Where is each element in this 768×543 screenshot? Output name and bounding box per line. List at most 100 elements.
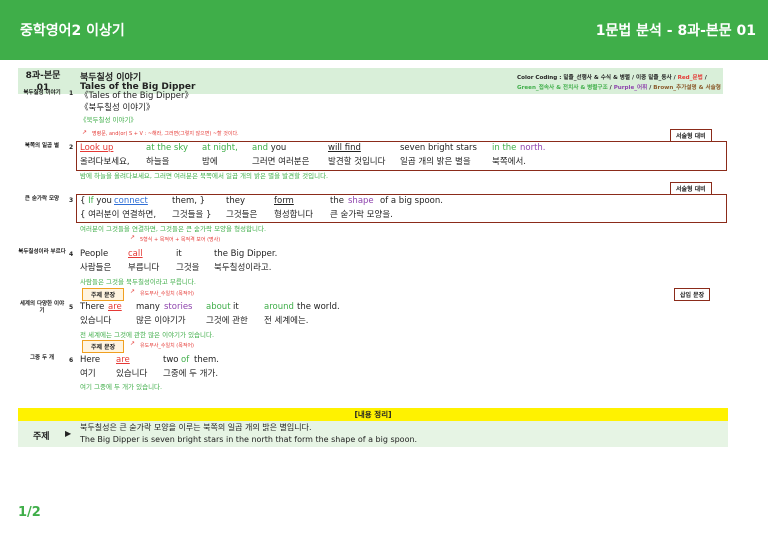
row-translation: 밤에 하늘을 올려다보세요, 그러면 여러분은 북쪽에서 일곱 개의 밝은 별을… xyxy=(80,172,329,180)
note-arrow-icon: ↗ xyxy=(130,234,136,241)
word: connect xyxy=(114,196,148,206)
legend-purple: Purple_어휘 xyxy=(613,85,648,91)
legend-sep1: / xyxy=(702,75,707,81)
word: 북쪽에서. xyxy=(492,157,526,167)
summary-heading: [내용 정리] xyxy=(18,408,728,421)
word: in the xyxy=(492,143,517,153)
word: it xyxy=(176,249,182,259)
note-arrow-icon: ↗ xyxy=(130,288,136,295)
word: 올려다보세요, xyxy=(80,157,130,167)
row-korean: 사람들은 부릅니다 그것을 북두칠성이라고. xyxy=(80,261,720,273)
word: will find xyxy=(328,143,361,153)
legend-green: Green_접속사 & 전치사 & 병렬구조 xyxy=(517,85,608,91)
word: 그것에 관한 xyxy=(206,316,248,326)
page-number: 1/2 xyxy=(18,505,41,520)
topic-sentence-tag: 주제 문장 xyxy=(82,288,125,301)
word: 밤에 xyxy=(202,157,218,167)
word: about xyxy=(206,302,231,312)
conj: If xyxy=(88,196,94,206)
summary-korean: 북두칠성은 큰 숟가락 모양을 이루는 북쪽의 일곱 개의 밝은 별입니다. xyxy=(80,423,312,432)
row-korean: { 여러분이 연결하면, 그것들을 } 그것들은 형성합니다 큰 숟가락 모양을… xyxy=(80,208,720,220)
word: 많은 이야기가 xyxy=(136,316,186,326)
word: People xyxy=(80,249,109,259)
word: many xyxy=(136,302,160,312)
row-translation: 전 세계에는 그것에 관한 많은 이야기가 있습니다. xyxy=(80,331,215,339)
legend-red: Red_문법 xyxy=(677,75,703,81)
row-english: 《Tales of the Big Dipper》 xyxy=(80,91,193,101)
row-korean: 여기 있습니다 그중에 두 개가. xyxy=(80,367,720,379)
row-side-label: 북두칠성이라 부르다 xyxy=(18,249,66,255)
word: are xyxy=(116,355,130,365)
summary-label: 주제 xyxy=(33,432,50,442)
topic-sentence-tag: 주제 문장 xyxy=(82,340,125,353)
word: 부릅니다 xyxy=(128,263,160,273)
word: the Big Dipper. xyxy=(214,249,278,259)
row-korean: 올려다보세요, 하늘을 밤에 그러면 여러분은 발견할 것입니다 일곱 개의 밝… xyxy=(80,155,720,167)
word: 사람들은 xyxy=(80,263,112,273)
word: seven bright stars xyxy=(400,143,477,153)
lesson-label-line1: 8과-본문 xyxy=(25,71,61,81)
word: 그것들을 } xyxy=(172,210,212,220)
word: them. xyxy=(194,355,219,365)
word: are xyxy=(108,302,122,312)
row-translation: 사람들은 그것을 북두칠성이라고 부릅니다. xyxy=(80,278,196,286)
note-arrow-icon: ↗ xyxy=(130,340,136,347)
grammar-note: 유도부사_수일치 (목적어) xyxy=(140,291,194,297)
play-arrow-icon: ▶ xyxy=(65,429,72,438)
word: it xyxy=(233,302,239,312)
word: north. xyxy=(520,143,546,153)
row-side-label: 큰 숟가락 모양 xyxy=(24,196,60,202)
word: and you xyxy=(252,143,287,153)
word: 형성합니다 xyxy=(274,210,314,220)
word: stories xyxy=(164,302,193,312)
row-side-label: 그중 두 개 xyxy=(29,355,55,361)
word: 그것을 xyxy=(176,263,200,273)
row-number: 5 xyxy=(69,304,74,311)
top-banner: 중학영어2 이상기 1문법 분석 - 8과-본문 01 xyxy=(0,0,768,60)
row-english: { If you connect them, } they form the s… xyxy=(80,196,720,208)
tag-inserted: 삽입 문장 xyxy=(674,288,711,301)
word: them, } xyxy=(172,196,206,206)
row-number: 4 xyxy=(69,251,74,258)
row-number: 3 xyxy=(69,197,74,204)
note-arrow-icon: ↗ xyxy=(82,129,88,136)
row-translation: 《북두칠성 이야기》 xyxy=(80,116,137,124)
word: call xyxy=(128,249,143,259)
section-title: 1문법 분석 - 8과-본문 01 xyxy=(595,23,756,39)
word: the world. xyxy=(297,302,340,312)
word: { If you xyxy=(80,196,112,206)
conj: and xyxy=(252,143,268,153)
row-side-label: 북쪽의 일곱 별 xyxy=(24,143,60,149)
word: 있습니다 xyxy=(116,369,148,379)
word: around xyxy=(264,302,294,312)
word: 발견할 것입니다 xyxy=(328,157,386,167)
row-translation: 여기 그중에 두 개가 있습니다. xyxy=(80,383,163,391)
word: 하늘을 xyxy=(146,157,170,167)
grammar-note: 5형식 + 목적어 + 목적격 보어 (명사) xyxy=(140,237,221,243)
word: 큰 숟가락 모양을. xyxy=(330,210,393,220)
row-english: Look up at the sky at night, and you wil… xyxy=(80,143,720,155)
legend-brown: Brown_추가설명 & 서술형 xyxy=(653,85,721,91)
word: at night, xyxy=(202,143,238,153)
row-korean: 《북두칠성 이야기》 xyxy=(80,103,155,113)
word: two xyxy=(163,355,179,365)
grammar-note: 명령문, and(or) S + V : ~해라, 그러면(그렇지 않으면) ~… xyxy=(92,131,239,137)
row-translation: 여러분이 그것들을 연결하면, 그것들은 큰 숟가락 모양을 형성합니다. xyxy=(80,225,267,233)
word: 일곱 개의 밝은 별을 xyxy=(400,157,471,167)
color-coding-legend: Color Coding : 밑줄_선행사 & 수식 & 병렬 / 이중 밑줄_… xyxy=(517,73,727,93)
summary-english: The Big Dipper is seven bright stars in … xyxy=(80,435,418,444)
word: { 여러분이 연결하면, xyxy=(80,210,157,220)
word: 그러면 여러분은 xyxy=(252,157,310,167)
word: at the sky xyxy=(146,143,188,153)
word: Look up xyxy=(80,143,114,153)
word: 여기 xyxy=(80,369,96,379)
row-number: 2 xyxy=(69,144,74,151)
word: they xyxy=(226,196,245,206)
row-korean: 있습니다 많은 이야기가 그것에 관한 전 세계에는. xyxy=(80,314,720,326)
row-side-label: 북두칠성 이야기 xyxy=(23,90,61,96)
word: 전 세계에는. xyxy=(264,316,309,326)
row-english: There are many stories about it around t… xyxy=(80,302,720,314)
word: 그것들은 xyxy=(226,210,258,220)
word: Here xyxy=(80,355,101,365)
word: 북두칠성이라고. xyxy=(214,263,272,273)
